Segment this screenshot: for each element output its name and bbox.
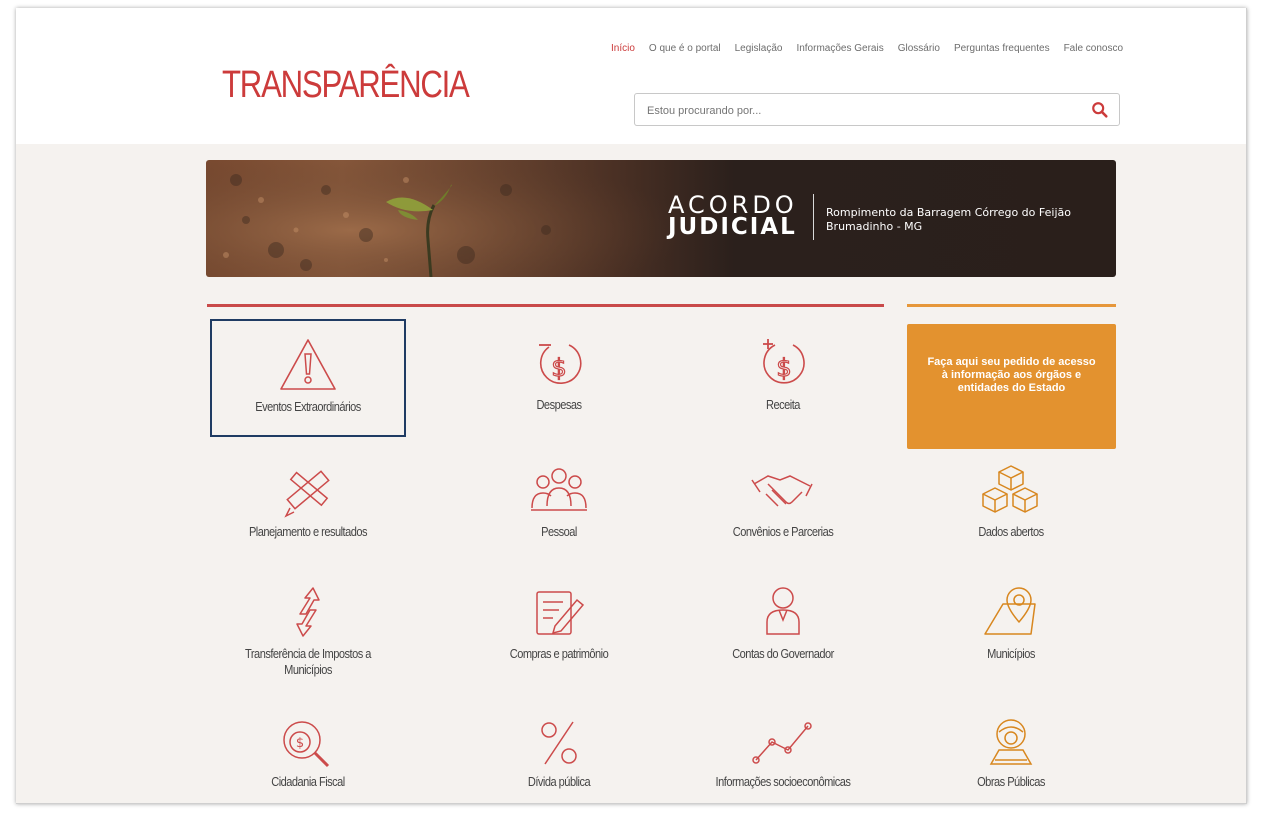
tile-label: Compras e patrimônio [509,646,609,661]
tile-label: Dívida pública [527,774,591,789]
tile-label: Dados abertos [978,524,1044,539]
tile-label: Informações socioeconômicas [715,774,851,789]
tile-pessoal[interactable]: Pessoal [461,462,657,580]
line-chart-icon [752,722,812,764]
site-logo[interactable]: TRANSPARÊNCIA [222,64,470,107]
svg-text:$: $ [776,354,791,382]
tile-obras-publicas[interactable]: Obras Públicas [913,716,1109,803]
nav-inicio[interactable]: Início [611,42,635,56]
tile-label: Receita [766,397,800,412]
tile-informacoes-socioeconomicas[interactable]: Informações socioeconômicas [685,716,881,803]
tile-compras-e-patrimonio[interactable]: Compras e patrimônio [461,584,657,702]
tile-transferencia-de-impostos[interactable]: Transferência de Impostos a Municípios [210,584,406,702]
percent-icon [541,721,577,765]
banner-desc-line2: Brumadinho - MG [826,220,923,233]
nav-legislacao[interactable]: Legislação [735,42,783,56]
tile-label: Obras Públicas [977,774,1045,789]
handshake-icon [751,475,813,507]
section-divider-orange [907,304,1116,307]
nav-o-que-e-o-portal[interactable]: O que é o portal [649,42,721,56]
search-input[interactable] [645,101,1069,121]
tile-label: Pessoal [541,524,577,539]
tile-receita[interactable]: $ Receita [685,319,881,437]
map-pin-icon [984,587,1036,635]
tile-label: Cidadania Fiscal [271,774,345,789]
browser-page: TRANSPARÊNCIA Início O que é o portal Le… [16,8,1247,804]
tile-contas-do-governador[interactable]: Contas do Governador [685,584,881,702]
tile-municipios[interactable]: Municípios [913,584,1109,702]
tile-label: Planejamento e resultados [248,524,368,539]
tile-label: Transferência de Impostos a Municípios [245,646,371,677]
tile-cidadania-fiscal[interactable]: $ Cidadania Fiscal [210,716,406,803]
access-request-button[interactable]: Faça aqui seu pedido de acesso à informa… [907,324,1116,449]
acordo-judicial-banner[interactable]: ACORDO JUDICIAL Rompimento da Barragem C… [206,160,1116,277]
tile-planejamento-e-resultados[interactable]: Planejamento e resultados [210,462,406,580]
main-content: ACORDO JUDICIAL Rompimento da Barragem C… [16,144,1246,803]
tile-label: Contas do Governador [732,646,834,661]
tile-dados-abertos[interactable]: Dados abertos [913,462,1109,580]
document-edit-icon [536,591,585,635]
banner-title-line2: JUDICIAL [668,214,797,240]
tile-despesas[interactable]: $ Despesas [461,319,657,437]
top-navigation: Início O que é o portal Legislação Infor… [611,42,1131,56]
transfer-arrows-icon [296,587,320,637]
banner-title: ACORDO JUDICIAL [668,193,798,240]
search-box [634,93,1120,126]
money-minus-icon: $ [539,344,582,385]
pencil-ruler-icon [284,470,330,518]
section-divider-red [207,304,884,307]
tile-label: Municípios [987,646,1035,661]
banner-desc-line1: Rompimento da Barragem Córrego do Feijão [826,206,1071,219]
nav-glossario[interactable]: Glossário [898,42,940,56]
tile-divida-publica[interactable]: Dívida pública [461,716,657,803]
search-icon[interactable] [1091,101,1109,119]
nav-informacoes-gerais[interactable]: Informações Gerais [796,42,883,56]
nav-fale-conosco[interactable]: Fale conosco [1064,42,1123,56]
seedling-soil-image [206,160,686,277]
tile-label: Convênios e Parcerias [732,524,834,539]
tile-eventos-extraordinarios[interactable]: Eventos Extraordinários [210,319,406,437]
money-plus-icon: $ [763,339,805,384]
banner-divider [813,194,814,240]
boxes-icon [982,465,1038,513]
construction-icon [989,719,1033,765]
people-icon [531,468,587,511]
magnifier-coin-icon: $ [283,721,330,768]
nav-perguntas-frequentes[interactable]: Perguntas frequentes [954,42,1050,56]
warning-icon [280,339,336,390]
svg-text:$: $ [551,354,566,382]
tile-label: Eventos Extraordinários [255,399,361,414]
tile-convenios-e-parcerias[interactable]: Convênios e Parcerias [685,462,881,580]
banner-description: Rompimento da Barragem Córrego do Feijão… [826,206,1071,234]
tile-label: Despesas [536,397,582,412]
svg-text:$: $ [296,736,304,751]
governor-icon [766,587,800,635]
